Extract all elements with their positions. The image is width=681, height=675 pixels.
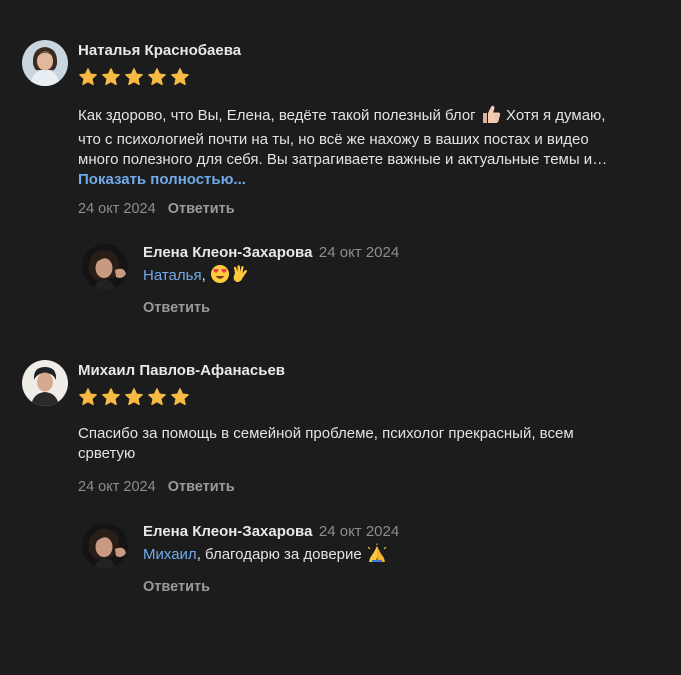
show-more-link[interactable]: Показать полностью... (78, 170, 668, 190)
reply-button[interactable]: Ответить (168, 479, 235, 495)
star-icon (170, 387, 190, 407)
star-icon (78, 387, 98, 407)
mention-link[interactable]: Наталья (143, 267, 202, 284)
star-icon (147, 67, 167, 87)
star-icon (147, 387, 167, 407)
reply-text: Михаил, благодарю за доверие (143, 543, 663, 569)
rating-stars (78, 387, 190, 407)
review-meta: 24 окт 2024 Ответить (78, 479, 235, 495)
avatar[interactable] (22, 360, 68, 406)
review-text-line: много полезного для себя. Вы затрагивает… (78, 151, 608, 168)
star-icon (78, 67, 98, 87)
review-meta: 24 окт 2024 Ответить (78, 201, 235, 217)
star-icon (101, 67, 121, 87)
reply-button[interactable]: Ответить (143, 300, 210, 316)
star-icon (101, 387, 121, 407)
heart-eyes-icon (210, 264, 230, 290)
star-icon (124, 387, 144, 407)
reply-author[interactable]: Елена Клеон-Захарова (143, 523, 312, 540)
avatar[interactable] (22, 40, 68, 86)
reply-text: Наталья, (143, 264, 663, 290)
review-text-line: что с психологией почти на ты, но всё же… (78, 131, 589, 148)
reply-author[interactable]: Елена Клеон-Захарова (143, 244, 312, 261)
review-text-line: Как здорово, что Вы, Елена, ведёте такой… (78, 107, 476, 124)
reply-button[interactable]: Ответить (168, 201, 235, 217)
review-author[interactable]: Михаил Павлов-Афанасьев (78, 362, 285, 379)
folded-hands-icon (366, 543, 388, 569)
review-text: Как здорово, что Вы, Елена, ведёте такой… (78, 104, 668, 190)
reply-text-content: , благодарю за доверие (196, 546, 362, 563)
reply-date: 24 окт 2024 (318, 523, 400, 540)
review-date: 24 окт 2024 (78, 201, 156, 217)
review-text-line: срветую (78, 445, 136, 462)
review-text-line: Хотя я думаю, (506, 107, 606, 124)
mention-link[interactable]: Михаил (143, 546, 197, 563)
reply-button[interactable]: Ответить (143, 579, 210, 595)
thumbs-up-icon (480, 104, 502, 130)
review-author[interactable]: Наталья Краснобаева (78, 42, 241, 59)
review-text: Спасибо за помощь в семейной проблеме, п… (78, 424, 668, 464)
review-text-line: Спасибо за помощь в семейной проблеме, п… (78, 425, 574, 442)
star-icon (124, 67, 144, 87)
avatar[interactable] (82, 244, 128, 290)
rating-stars (78, 67, 190, 87)
reply-text-content: , (201, 267, 206, 284)
star-icon (170, 67, 190, 87)
avatar[interactable] (82, 523, 128, 569)
review-date: 24 окт 2024 (78, 479, 156, 495)
reply-date: 24 окт 2024 (318, 244, 400, 261)
waving-hand-icon (230, 264, 250, 290)
